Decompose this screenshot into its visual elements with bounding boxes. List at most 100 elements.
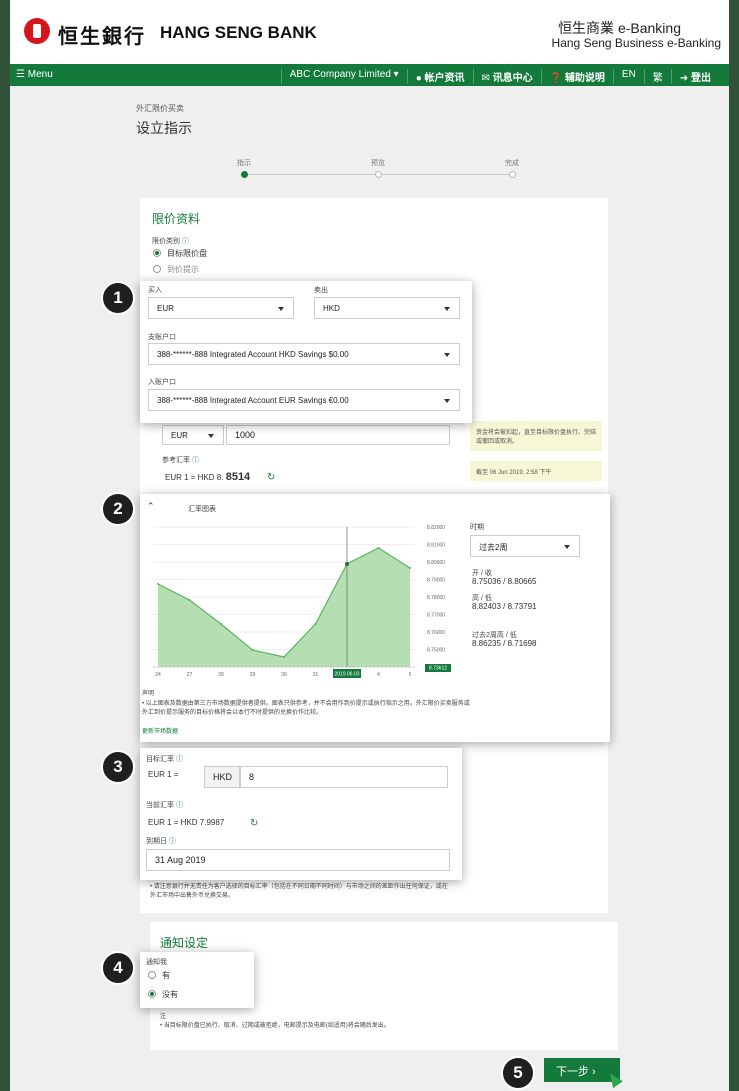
step-dot-current	[241, 171, 248, 178]
company-selector[interactable]: ABC Company Limited ▾	[280, 69, 407, 84]
callout-badge-3: 3	[101, 750, 135, 784]
crosshair-point	[345, 562, 349, 566]
remark-title: 注	[160, 1014, 167, 1020]
popup-notify: 通知我 有 没有	[140, 952, 254, 1008]
refresh-icon[interactable]: ↻	[250, 818, 258, 829]
buy-label: 买入	[148, 287, 162, 294]
nav-account-info[interactable]: ● 帐户资讯	[406, 69, 473, 84]
expiry-date-input[interactable]: 31 Aug 2019	[146, 849, 450, 871]
radio-notify-no[interactable]	[148, 990, 156, 998]
notify-label: 通知我	[146, 959, 167, 966]
credit-account-label: 入账户口	[148, 379, 176, 386]
range-value: 8.86235 / 8.71698	[472, 639, 537, 648]
lang-tc[interactable]: 繁	[643, 69, 671, 84]
radio-price-alert[interactable]	[153, 265, 161, 273]
app-frame: 恒生銀行 HANG SENG BANK 恒生商業 e-Banking Hang …	[10, 0, 729, 1091]
target-rate-label: 目标汇率 ⓘ	[146, 756, 183, 763]
price-marker-label: 8.73612	[429, 666, 447, 672]
target-rate-currency: HKD	[204, 766, 240, 788]
x-tick-label: 24	[155, 672, 161, 678]
option-target-order: 目标限价盘	[167, 249, 207, 258]
period-label: 时期	[470, 524, 484, 531]
data-point	[377, 547, 380, 549]
popup-accounts: 买入 EUR 卖出 HKD 支账户口 388-******-888 Integr…	[140, 281, 472, 423]
nav-message-center[interactable]: ✉ 讯息中心	[472, 69, 541, 84]
option-notify-no: 没有	[162, 990, 178, 999]
high-low-value: 8.82403 / 8.73791	[472, 602, 537, 611]
data-point	[157, 583, 159, 585]
page-title: 设立指示	[136, 120, 192, 136]
chart-toggle-label[interactable]: 汇率图表	[188, 504, 216, 514]
info-icon: ⓘ	[175, 802, 183, 809]
step-dot	[375, 171, 382, 178]
buy-currency-select[interactable]: EUR	[148, 297, 294, 319]
info-icon: ⓘ	[168, 838, 176, 845]
target-rate-prefix: EUR 1 =	[148, 770, 179, 779]
top-nav: ☰ Menu ABC Company Limited ▾ ● 帐户资讯 ✉ 讯息…	[10, 64, 729, 86]
data-point	[251, 649, 254, 651]
debit-account-select[interactable]: 388-******-888 Integrated Account HKD Sa…	[148, 343, 460, 365]
ebanking-title-cn: 恒生商業 e-Banking	[558, 20, 681, 36]
x-tick-label: 5	[409, 672, 412, 678]
callout-badge-2: 2	[101, 492, 135, 526]
y-tick-label: 8.80000	[427, 560, 445, 566]
rate-timestamp-note: 截至 06 Jun 2019, 2:58 下午	[470, 461, 602, 481]
progress-steps: 指示 预览 完成	[237, 158, 520, 184]
logout-button[interactable]: ➜ 登出	[670, 69, 719, 84]
current-rate-label: 当前汇率 ⓘ	[146, 802, 183, 809]
limit-info-title: 限价资料	[152, 212, 201, 226]
popup-target-rate: 目标汇率 ⓘ EUR 1 = HKD 8 当前汇率 ⓘ EUR 1 = HKD …	[140, 748, 462, 880]
sell-currency-select[interactable]: HKD	[314, 297, 460, 319]
y-tick-label: 8.76000	[427, 630, 445, 636]
callout-badge-4: 4	[101, 951, 135, 985]
data-point	[409, 567, 411, 569]
step-label-instruction: 指示	[237, 160, 251, 167]
x-tick-label: 4	[377, 672, 380, 678]
y-tick-label: 8.77000	[427, 613, 445, 619]
period-select[interactable]: 过去2周	[470, 535, 580, 557]
x-tick-label: 31	[313, 672, 319, 678]
logo-english: HANG SENG BANK	[160, 23, 317, 42]
notify-title: 通知设定	[160, 936, 209, 950]
expiry-label: 到期日 ⓘ	[146, 838, 176, 845]
ref-rate-text: EUR 1 = HKD 8. 8514	[165, 471, 251, 483]
data-point	[188, 599, 191, 601]
radio-notify-yes[interactable]	[148, 971, 156, 979]
step-dot	[509, 171, 516, 178]
header: 恒生銀行 HANG SENG BANK 恒生商業 e-Banking Hang …	[10, 0, 729, 63]
hold-funds-note: 资金将会被扣起，直至目标限价盘执行、完结或撤回或取消。	[470, 421, 602, 451]
remark-text: • 当目标限价盘已执行、取消、过期或被拒绝，电邮提示及电邮(如适用)将会随后发出…	[160, 1023, 390, 1029]
nav-help[interactable]: ❓ 辅助说明	[540, 69, 613, 84]
disclaimer-title: 声明	[142, 691, 155, 697]
lang-en[interactable]: EN	[612, 69, 644, 84]
y-tick-label: 8.82000	[427, 525, 445, 531]
x-tick-label-active: 2019.06.03	[334, 672, 359, 678]
step-label-done: 完成	[505, 160, 519, 167]
refresh-icon[interactable]: ↻	[267, 472, 275, 483]
market-data-link[interactable]: 更新市场数据	[142, 728, 178, 737]
info-icon: ⓘ	[191, 457, 199, 464]
amount-input[interactable]: 1000	[226, 425, 450, 445]
radio-target-order[interactable]	[153, 249, 161, 257]
amount-currency-select[interactable]: EUR	[162, 425, 224, 445]
y-tick-label: 8.81000	[427, 543, 445, 549]
sell-label: 卖出	[314, 287, 328, 294]
x-tick-label: 30	[281, 672, 287, 678]
callout-badge-5: 5	[501, 1056, 535, 1090]
step-label-preview: 预览	[371, 160, 385, 167]
debit-account-label: 支账户口	[148, 334, 176, 341]
ebanking-title-en: Hang Seng Business e-Banking	[551, 36, 721, 50]
option-notify-yes: 有	[162, 971, 170, 980]
chevron-up-icon[interactable]: ⌃	[147, 501, 155, 512]
ref-rate-label: 参考汇率 ⓘ	[162, 457, 199, 464]
x-tick-label: 28	[218, 672, 224, 678]
order-type-label: 限价类别 ⓘ	[152, 238, 189, 245]
disclaimer-text: • 以上图表及数据由第三方市场数据提供者提供。图表只供参考，并不会用作到价提示或…	[142, 701, 470, 716]
credit-account-select[interactable]: 388-******-888 Integrated Account EUR Sa…	[148, 389, 460, 411]
open-close-value: 8.75036 / 8.80665	[472, 577, 537, 586]
target-rate-input[interactable]: 8	[240, 766, 448, 788]
current-rate-value: EUR 1 = HKD 7.9987	[148, 818, 225, 827]
menu-button[interactable]: ☰ Menu	[16, 69, 53, 80]
bank-logo-icon	[24, 18, 50, 44]
y-tick-label: 8.75000	[427, 648, 445, 654]
